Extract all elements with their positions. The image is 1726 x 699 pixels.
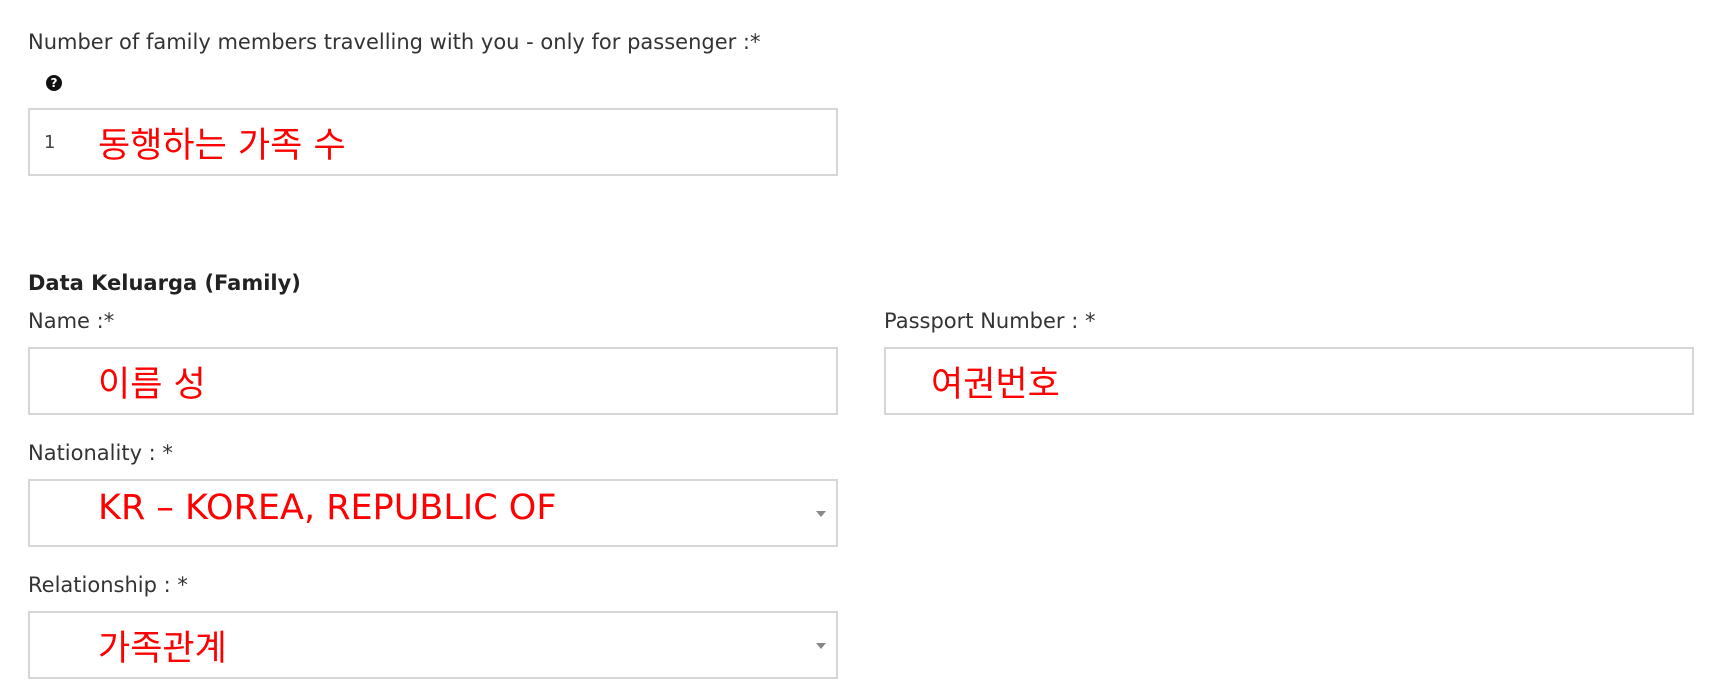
family-count-value: 1 <box>44 132 56 153</box>
caret-down-icon <box>816 511 826 517</box>
nationality-select[interactable]: KR – KOREA, REPUBLIC OF <box>28 479 838 547</box>
relationship-label: Relationship : * <box>28 573 188 597</box>
family-count-label: Number of family members travelling with… <box>28 30 761 54</box>
caret-down-icon <box>816 643 826 649</box>
name-label: Name :* <box>28 309 115 333</box>
passport-annotation: 여권번호 <box>931 365 1060 405</box>
nationality-label: Nationality : * <box>28 441 173 465</box>
name-annotation: 이름 성 <box>98 365 206 405</box>
section-title: Data Keluarga (Family) <box>28 271 301 295</box>
family-count-annotation: 동행하는 가족 수 <box>98 126 346 166</box>
relationship-select[interactable]: 가족관계 <box>28 611 838 679</box>
name-input[interactable]: 이름 성 <box>28 347 838 415</box>
nationality-annotation: KR – KOREA, REPUBLIC OF <box>98 488 557 528</box>
family-count-input[interactable]: 1 동행하는 가족 수 <box>28 108 838 176</box>
relationship-annotation: 가족관계 <box>98 629 227 669</box>
question-circle-icon[interactable]: ? <box>46 75 62 91</box>
passport-input[interactable]: 여권번호 <box>884 347 1694 415</box>
passport-label: Passport Number : * <box>884 309 1096 333</box>
